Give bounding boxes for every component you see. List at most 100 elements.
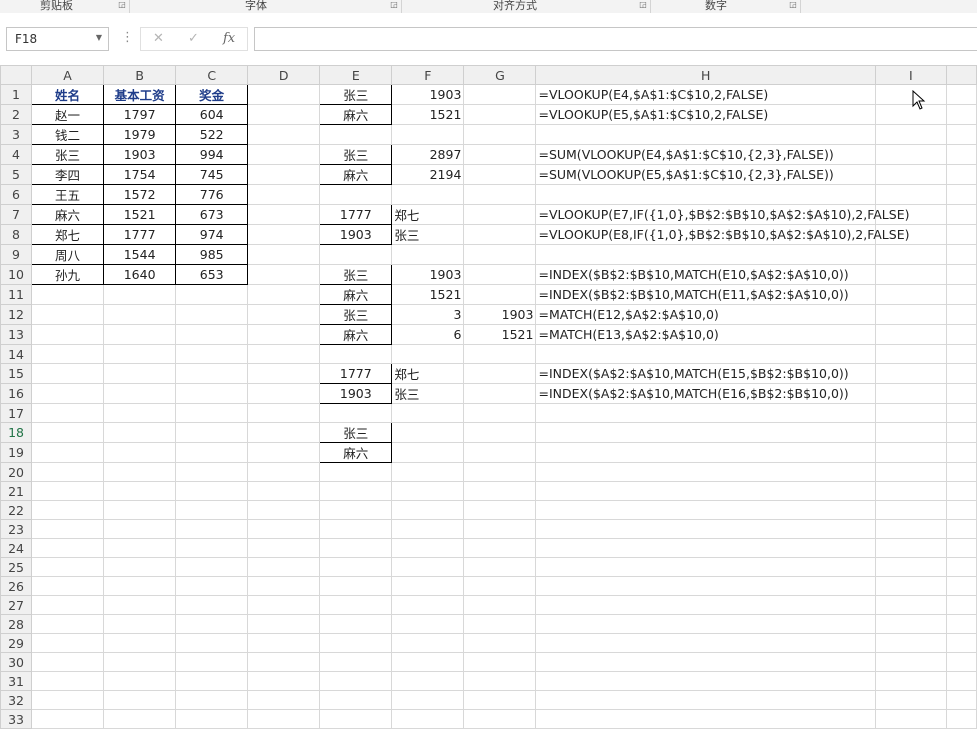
cell-a31[interactable]	[31, 671, 105, 691]
cell-d21[interactable]	[247, 481, 321, 501]
cell-j6[interactable]	[945, 184, 977, 205]
cell-g30[interactable]	[463, 652, 537, 672]
cell-a21[interactable]	[31, 481, 105, 501]
cell-c25[interactable]	[175, 557, 249, 577]
cell-b8[interactable]: 1777	[103, 224, 177, 245]
dialog-launcher-icon[interactable]: ◲	[639, 1, 647, 9]
cell-d22[interactable]	[247, 500, 321, 520]
cell-c23[interactable]	[175, 519, 249, 539]
cell-c14[interactable]	[175, 344, 249, 364]
cell-j23[interactable]	[945, 519, 977, 539]
cell-j33[interactable]	[945, 709, 977, 729]
cell-c20[interactable]	[175, 462, 249, 482]
cell-h7[interactable]: =VLOOKUP(E7,IF({1,0},$B$2:$B$10,$A$2:$A$…	[535, 204, 909, 225]
cell-i13[interactable]	[874, 324, 947, 345]
cell-h14[interactable]	[535, 344, 876, 364]
row-header[interactable]: 30	[0, 652, 33, 672]
cell-h28[interactable]	[535, 614, 876, 634]
cell-b4[interactable]: 1903	[103, 144, 177, 165]
cell-d30[interactable]	[247, 652, 321, 672]
cell-j17[interactable]	[945, 403, 977, 423]
cell-h15[interactable]: =INDEX($A$2:$A$10,MATCH(E15,$B$2:$B$10,0…	[535, 363, 876, 384]
column-header-a[interactable]: A	[31, 65, 105, 85]
cell-g4[interactable]	[463, 144, 537, 165]
cell-d4[interactable]	[247, 144, 321, 165]
row-header[interactable]: 22	[0, 500, 33, 520]
cell-b28[interactable]	[103, 614, 177, 634]
cell-j5[interactable]	[945, 164, 977, 185]
cell-d5[interactable]	[247, 164, 321, 185]
cell-h3[interactable]	[535, 124, 876, 145]
cell-a23[interactable]	[31, 519, 105, 539]
cell-h20[interactable]	[535, 462, 876, 482]
cell-b14[interactable]	[103, 344, 177, 364]
cell-e26[interactable]	[319, 576, 393, 596]
cell-b11[interactable]	[103, 284, 177, 305]
row-header[interactable]: 19	[0, 442, 33, 463]
cell-a12[interactable]	[31, 304, 105, 325]
cell-g28[interactable]	[463, 614, 537, 634]
cell-f20[interactable]	[391, 462, 465, 482]
cell-j30[interactable]	[945, 652, 977, 672]
cell-f2[interactable]: 1521	[391, 104, 465, 125]
cell-b27[interactable]	[103, 595, 177, 615]
cell-a32[interactable]	[31, 690, 105, 710]
cell-j7[interactable]	[945, 204, 977, 225]
cell-e5[interactable]: 麻六	[319, 164, 393, 185]
cell-e22[interactable]	[319, 500, 393, 520]
cell-d15[interactable]	[247, 363, 321, 384]
cell-c31[interactable]	[175, 671, 249, 691]
cell-a25[interactable]	[31, 557, 105, 577]
cell-d10[interactable]	[247, 264, 321, 285]
cell-f7[interactable]: 郑七	[391, 204, 465, 225]
cell-d29[interactable]	[247, 633, 321, 653]
cell-h6[interactable]	[535, 184, 876, 205]
cell-h2[interactable]: =VLOOKUP(E5,$A$1:$C$10,2,FALSE)	[535, 104, 876, 125]
cell-d19[interactable]	[247, 442, 321, 463]
cell-j16[interactable]	[945, 383, 977, 404]
cell-c21[interactable]	[175, 481, 249, 501]
cell-f30[interactable]	[391, 652, 465, 672]
cell-g11[interactable]	[463, 284, 537, 305]
name-box[interactable]: F18 ▼	[6, 27, 109, 51]
cell-h33[interactable]	[535, 709, 876, 729]
cell-a2[interactable]: 赵一	[31, 104, 105, 125]
cell-f4[interactable]: 2897	[391, 144, 465, 165]
row-header[interactable]: 13	[0, 324, 33, 345]
row-header[interactable]: 26	[0, 576, 33, 596]
cell-j31[interactable]	[945, 671, 977, 691]
cell-g6[interactable]	[463, 184, 537, 205]
cell-f9[interactable]	[391, 244, 465, 265]
cell-a26[interactable]	[31, 576, 105, 596]
cell-i12[interactable]	[874, 304, 947, 325]
cell-a30[interactable]	[31, 652, 105, 672]
cell-d7[interactable]	[247, 204, 321, 225]
cell-d13[interactable]	[247, 324, 321, 345]
cell-f24[interactable]	[391, 538, 465, 558]
cell-c32[interactable]	[175, 690, 249, 710]
cell-d26[interactable]	[247, 576, 321, 596]
cell-i17[interactable]	[874, 403, 947, 423]
cell-f23[interactable]	[391, 519, 465, 539]
cell-e27[interactable]	[319, 595, 393, 615]
cell-g22[interactable]	[463, 500, 537, 520]
cell-e8[interactable]: 1903	[319, 224, 393, 245]
cell-g7[interactable]	[463, 204, 537, 225]
cell-i3[interactable]	[874, 124, 947, 145]
cell-f22[interactable]	[391, 500, 465, 520]
cell-d3[interactable]	[247, 124, 321, 145]
row-header[interactable]: 8	[0, 224, 33, 245]
row-header[interactable]: 6	[0, 184, 33, 205]
cell-h32[interactable]	[535, 690, 876, 710]
cell-a9[interactable]: 周八	[31, 244, 105, 265]
cell-h21[interactable]	[535, 481, 876, 501]
cell-e21[interactable]	[319, 481, 393, 501]
cell-e10[interactable]: 张三	[319, 264, 393, 285]
cell-f32[interactable]	[391, 690, 465, 710]
cell-i11[interactable]	[874, 284, 947, 305]
column-header-d[interactable]: D	[247, 65, 321, 85]
cell-i29[interactable]	[874, 633, 947, 653]
row-header[interactable]: 14	[0, 344, 33, 364]
cell-d1[interactable]	[247, 84, 321, 105]
cell-d33[interactable]	[247, 709, 321, 729]
